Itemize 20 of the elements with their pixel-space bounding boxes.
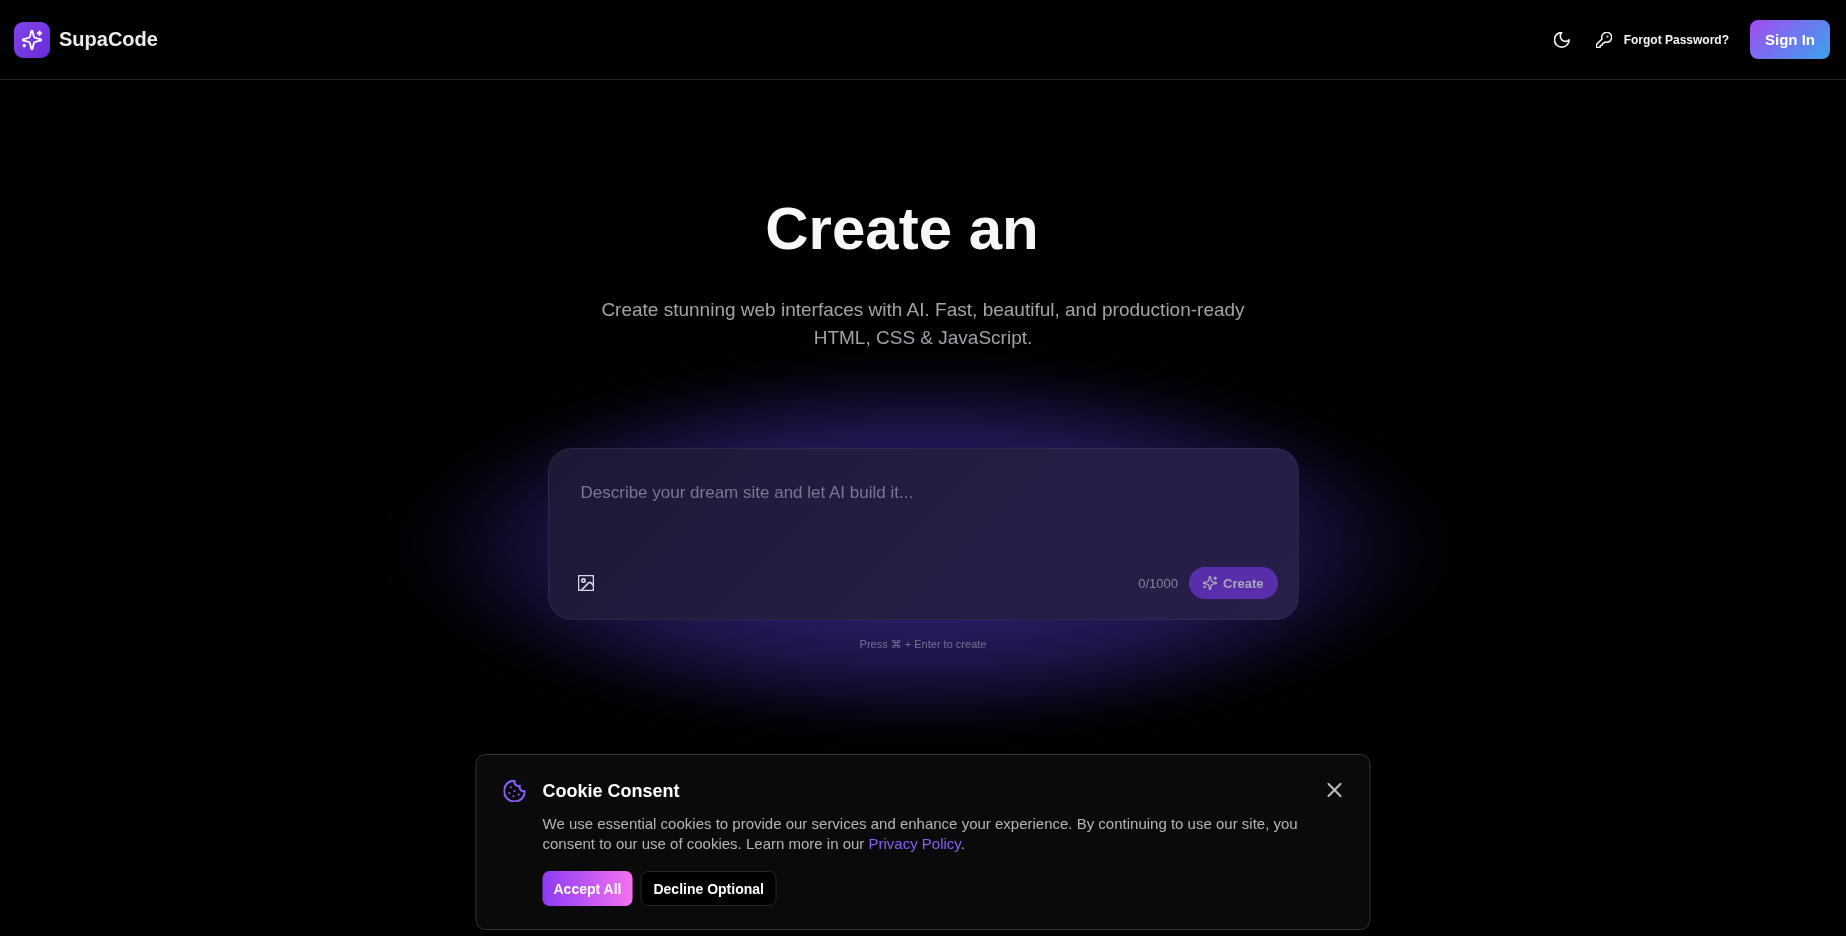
- sign-in-button[interactable]: Sign In: [1750, 20, 1830, 59]
- character-counter: 0/1000: [1138, 575, 1179, 591]
- shortcut-hint: Press ⌘ + Enter to create: [859, 637, 987, 652]
- sparkle-icon: [1203, 576, 1218, 590]
- cookie-icon: [503, 780, 526, 802]
- accept-all-button[interactable]: Accept All: [542, 871, 633, 906]
- hero-title: Create an: [765, 196, 1039, 262]
- prompt-field[interactable]: Describe your dream site and let AI build it...: [568, 469, 1278, 557]
- privacy-policy-link[interactable]: Privacy Policy: [868, 835, 961, 852]
- cookie-title: Cookie Consent: [542, 780, 681, 803]
- cookie-message: We use essential cookies to provide our services and enhance your experience. By continuing to use our site, you consent to our use of cookies. Learn more in our Privacy Policy.: [542, 814, 1299, 854]
- logo-icon: [14, 21, 50, 58]
- close-icon: [1327, 783, 1342, 797]
- decline-optional-button[interactable]: Decline Optional: [640, 871, 777, 906]
- image-icon: [577, 575, 594, 591]
- brand-name: SupaCode: [59, 28, 158, 51]
- key-icon: [1595, 31, 1612, 48]
- hero-subtitle: Create stunning web interfaces with AI. Fast, beautiful, and production-ready HTML, CSS & JavaScript.: [600, 298, 1246, 350]
- forgot-password-link[interactable]: Forgot Password?: [1587, 23, 1737, 56]
- moon-icon: [1553, 31, 1570, 48]
